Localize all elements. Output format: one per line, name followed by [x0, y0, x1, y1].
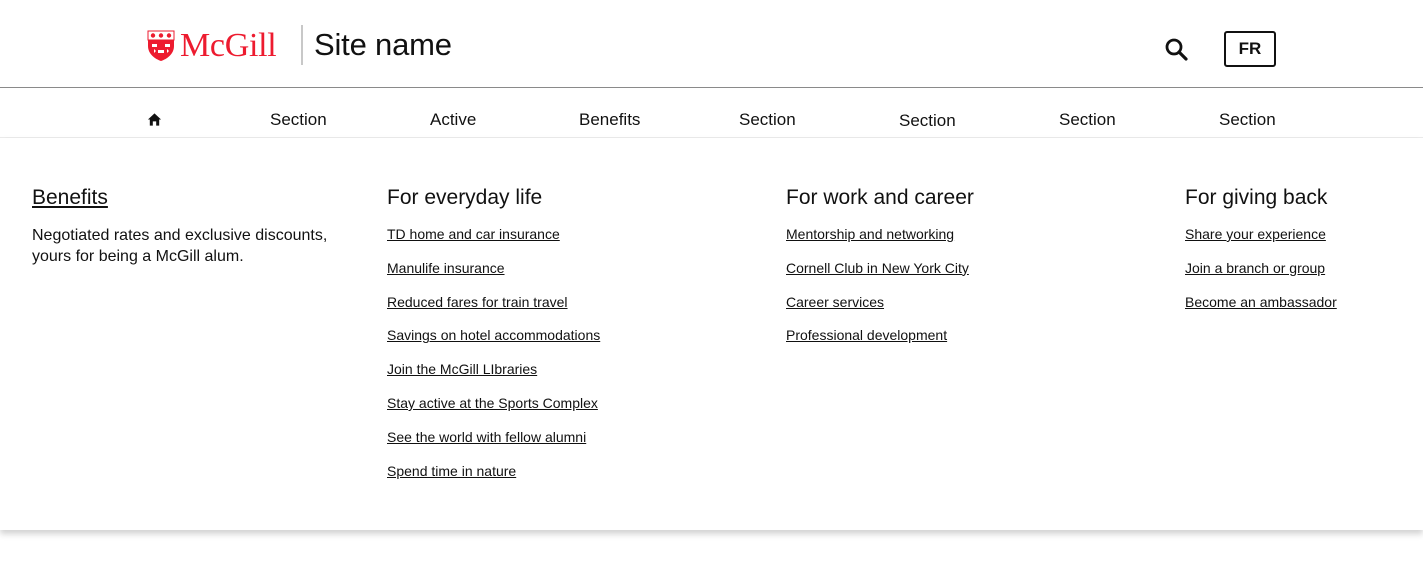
menu-link-share-experience[interactable]: Share your experience: [1185, 226, 1326, 242]
link-list: Mentorship and networking Cornell Club i…: [786, 225, 974, 360]
main-nav: Section Active Benefits Section Section …: [0, 88, 1423, 144]
column-heading: For giving back: [1185, 186, 1328, 209]
nav-item-active[interactable]: Active: [430, 109, 476, 131]
nav-item-section-3[interactable]: Section: [899, 110, 956, 132]
menu-link-libraries[interactable]: Join the McGill LIbraries: [387, 361, 537, 377]
menu-link-td-insurance[interactable]: TD home and car insurance: [387, 226, 560, 242]
link-list: TD home and car insurance Manulife insur…: [387, 225, 600, 495]
menu-link-mentorship[interactable]: Mentorship and networking: [786, 226, 954, 242]
menu-link-travel-alumni[interactable]: See the world with fellow alumni: [387, 429, 586, 445]
link-list: Share your experience Join a branch or g…: [1185, 225, 1337, 326]
menu-link-career-services[interactable]: Career services: [786, 294, 884, 310]
nav-item-section-4[interactable]: Section: [1059, 109, 1116, 131]
menu-link-sports-complex[interactable]: Stay active at the Sports Complex: [387, 395, 598, 411]
nav-item-section-5[interactable]: Section: [1219, 109, 1276, 131]
menu-link-hotel-savings[interactable]: Savings on hotel accommodations: [387, 327, 600, 343]
header-divider: [301, 25, 303, 65]
menu-link-professional-development[interactable]: Professional development: [786, 327, 947, 343]
search-button[interactable]: [1160, 33, 1192, 65]
mega-menu-title-link[interactable]: Benefits: [32, 185, 108, 211]
mcgill-crest-icon: [147, 30, 175, 61]
nav-item-section-2[interactable]: Section: [739, 109, 796, 131]
menu-column-work-career: For work and career Mentorship and netwo…: [786, 185, 974, 360]
site-header: McGill Site name FR: [0, 0, 1423, 88]
logo-wordmark: McGill: [180, 27, 277, 64]
search-icon: [1165, 38, 1188, 61]
menu-link-manulife-insurance[interactable]: Manulife insurance: [387, 260, 505, 276]
menu-link-cornell-club[interactable]: Cornell Club in New York City: [786, 260, 969, 276]
mega-menu-description: Negotiated rates and exclusive discounts…: [32, 227, 328, 265]
home-icon[interactable]: [147, 112, 162, 127]
nav-item-section-1[interactable]: Section: [270, 109, 327, 131]
menu-link-join-branch[interactable]: Join a branch or group: [1185, 260, 1325, 276]
mcgill-logo[interactable]: McGill: [147, 27, 277, 64]
column-heading: For work and career: [786, 186, 974, 209]
site-name[interactable]: Site name: [314, 26, 452, 64]
nav-item-benefits[interactable]: Benefits: [579, 109, 641, 144]
column-heading: For everyday life: [387, 186, 543, 209]
language-toggle-button[interactable]: FR: [1224, 31, 1276, 67]
mega-menu-panel: Benefits Negotiated rates and exclusive …: [0, 138, 1423, 530]
menu-column-giving-back: For giving back Share your experience Jo…: [1185, 185, 1337, 326]
menu-link-train-fares[interactable]: Reduced fares for train travel: [387, 294, 568, 310]
menu-link-nature[interactable]: Spend time in nature: [387, 463, 516, 479]
menu-column-everyday-life: For everyday life TD home and car insura…: [387, 185, 600, 495]
menu-link-ambassador[interactable]: Become an ambassador: [1185, 294, 1337, 310]
